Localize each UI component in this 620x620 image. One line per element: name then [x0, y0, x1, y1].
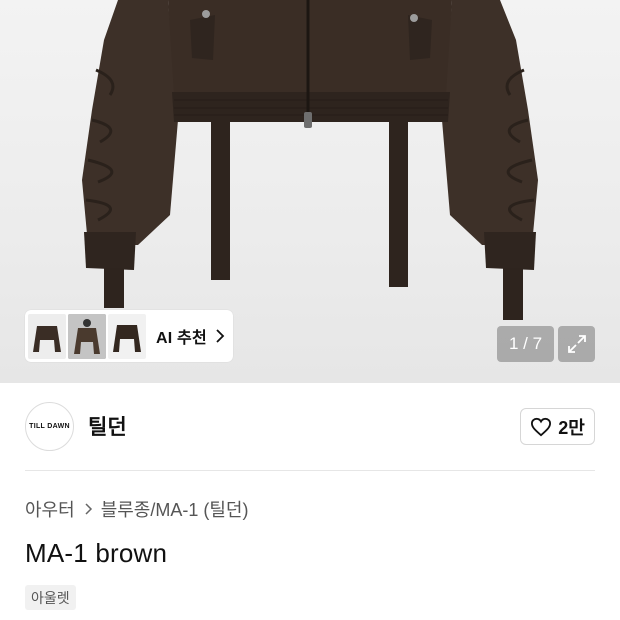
- brand-name[interactable]: 틸던: [88, 411, 127, 441]
- seller-row: TILL DAWN 틸던 2만: [25, 400, 595, 452]
- like-button[interactable]: 2만: [520, 408, 595, 445]
- outlet-tag: 아울렛: [25, 585, 76, 610]
- heart-outline-icon: [531, 417, 552, 436]
- ai-thumbnail[interactable]: [108, 313, 146, 359]
- product-image-gallery[interactable]: AI 추천 1 / 7: [0, 0, 620, 383]
- breadcrumb-item[interactable]: 블루종/MA-1 (틸던): [101, 496, 249, 522]
- divider: [25, 470, 595, 471]
- ai-recommend-label: AI 추천: [156, 330, 207, 347]
- chevron-right-icon: [85, 503, 92, 515]
- ai-thumbnail[interactable]: [28, 313, 66, 359]
- brand-logo[interactable]: TILL DAWN: [25, 401, 74, 451]
- ai-thumbnail[interactable]: [68, 313, 106, 359]
- like-count: 2만: [558, 417, 585, 438]
- jacket-thumb-icon: [28, 313, 66, 359]
- image-counter: 1 / 7: [497, 326, 554, 362]
- brand-logo-text: TILL DAWN: [29, 422, 70, 430]
- ai-recommend-card[interactable]: AI 추천: [25, 310, 233, 362]
- chevron-right-icon: [216, 329, 225, 343]
- expand-button[interactable]: [558, 326, 595, 362]
- breadcrumb: 아우터 블루종/MA-1 (틸던): [25, 496, 248, 522]
- product-title: MA-1 brown: [25, 538, 168, 568]
- expand-icon: [567, 335, 586, 353]
- breadcrumb-item[interactable]: 아우터: [25, 496, 75, 522]
- jacket-thumb-icon: [108, 313, 146, 359]
- jacket-thumb-icon: [68, 313, 106, 359]
